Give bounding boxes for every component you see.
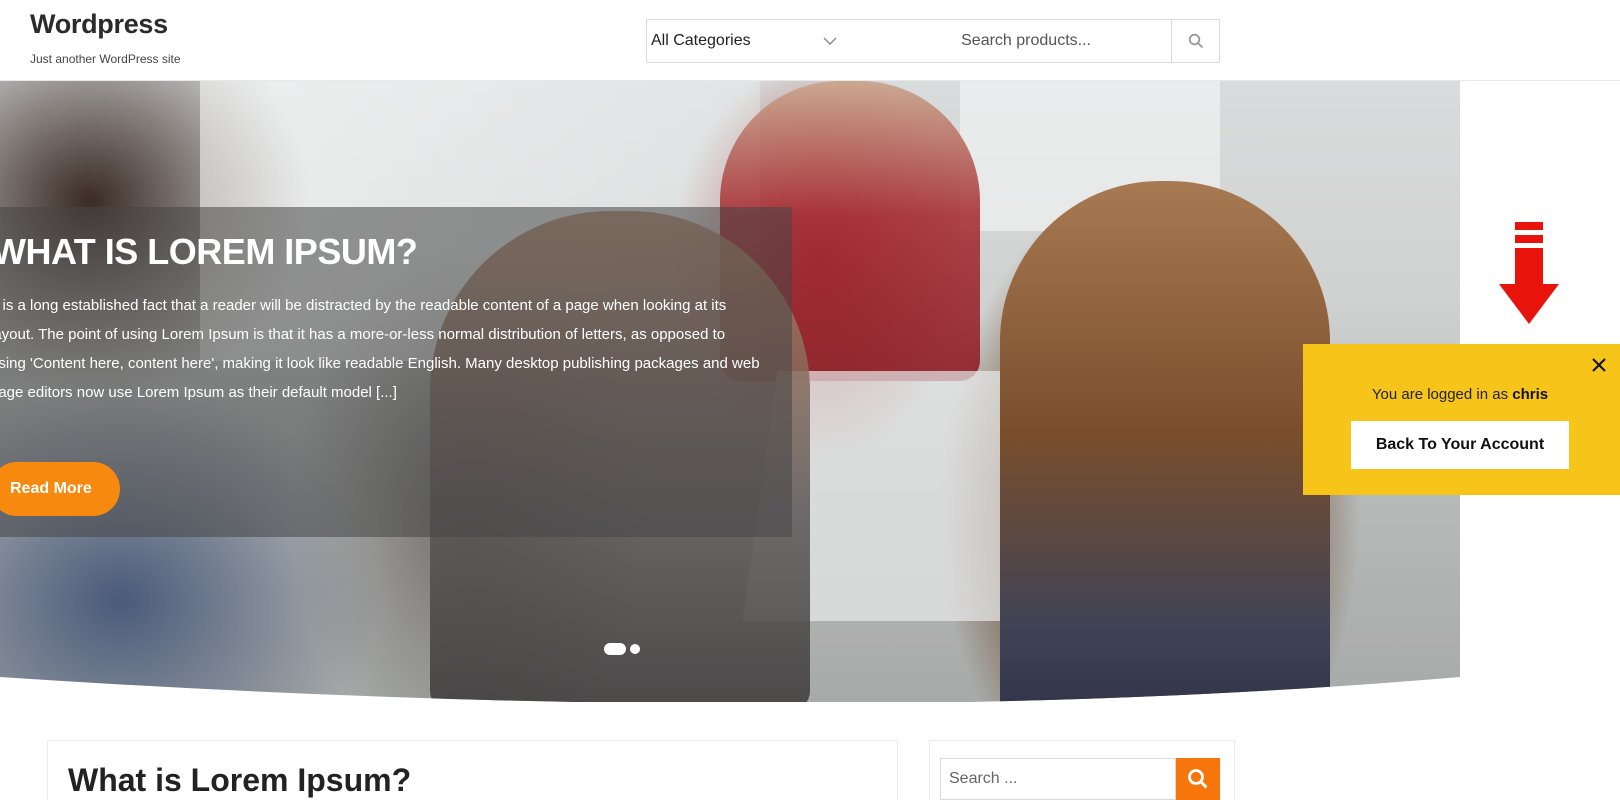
hero-person-foreground	[1000, 181, 1330, 702]
sidebar-search-field	[940, 758, 1176, 800]
login-username: chris	[1512, 386, 1549, 403]
slider-dot-active[interactable]	[604, 643, 626, 655]
post-title[interactable]: What is Lorem Ipsum?	[68, 762, 411, 799]
hero-slider: WHAT IS LOREM IPSUM? It is a long establ…	[0, 81, 1460, 702]
search-icon	[1188, 769, 1208, 789]
close-icon[interactable]	[1590, 356, 1608, 374]
login-notice-prefix: You are logged in as	[1371, 386, 1513, 403]
sidebar-search-widget	[929, 740, 1235, 800]
sidebar-search-input[interactable]	[949, 770, 1149, 788]
slider-dots	[604, 643, 640, 655]
post-card: What is Lorem Ipsum?	[47, 740, 898, 800]
login-notice-box: You are logged in as chris Back To Your …	[1303, 344, 1620, 495]
down-arrow-icon	[1499, 222, 1559, 324]
product-search-input[interactable]	[961, 32, 1172, 50]
category-select-label: All Categories	[651, 32, 751, 49]
product-search-field	[961, 20, 1172, 62]
site-title[interactable]: Wordpress	[30, 9, 168, 40]
hero-title: WHAT IS LOREM IPSUM?	[0, 231, 418, 272]
category-select[interactable]: All Categories	[647, 20, 961, 62]
sidebar-search-button[interactable]	[1176, 758, 1220, 800]
login-notice-text: You are logged in as chris	[1303, 386, 1617, 403]
slider-dot[interactable]	[630, 644, 640, 654]
site-header: Wordpress Just another WordPress site Al…	[0, 0, 1620, 81]
back-to-account-button[interactable]: Back To Your Account	[1351, 421, 1569, 469]
hero-text: It is a long established fact that a rea…	[0, 297, 760, 401]
chevron-down-icon	[823, 37, 837, 45]
product-search-form: All Categories	[646, 19, 1220, 63]
read-more-button[interactable]: Read More	[0, 462, 120, 516]
search-icon	[1188, 33, 1203, 49]
product-search-button[interactable]	[1171, 20, 1219, 62]
site-tagline: Just another WordPress site	[30, 52, 181, 66]
